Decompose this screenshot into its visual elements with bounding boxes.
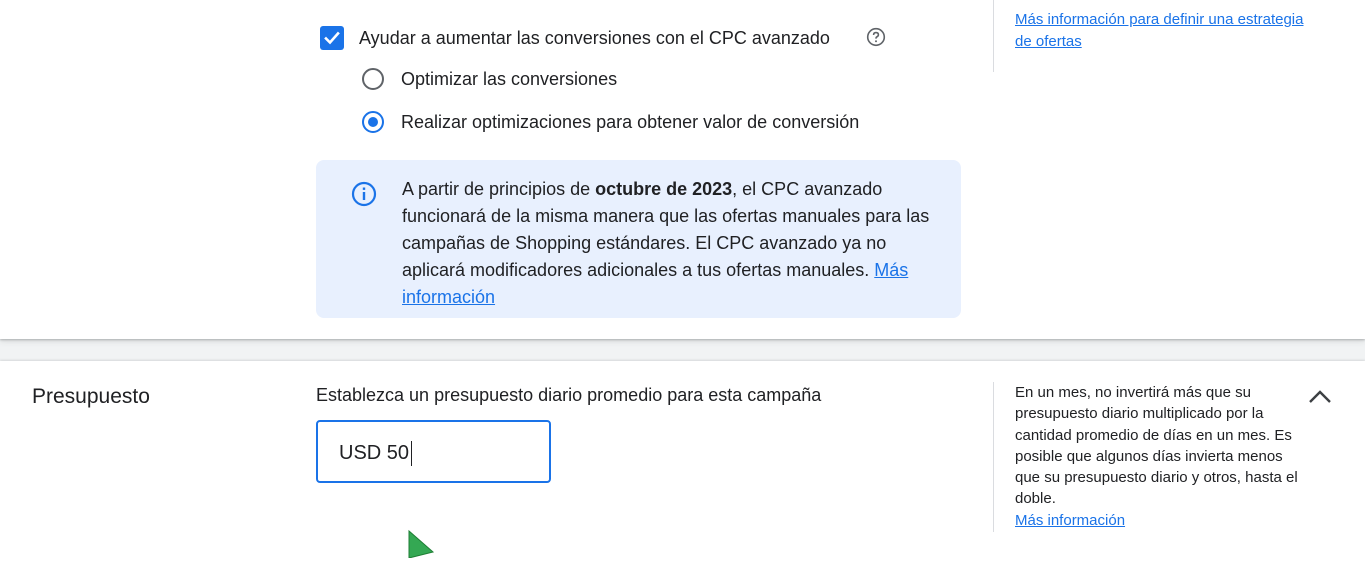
enhanced-cpc-notice: A partir de principios de octubre de 202… bbox=[316, 160, 961, 318]
text-caret bbox=[411, 441, 412, 466]
budget-help-body: En un mes, no invertirá más que su presu… bbox=[1015, 384, 1298, 508]
radio-optimize-conversion-value[interactable] bbox=[362, 111, 384, 133]
enhanced-cpc-label[interactable]: Ayudar a aumentar las conversiones con e… bbox=[359, 27, 830, 49]
bidding-card: Ayudar a aumentar las conversiones con e… bbox=[0, 0, 1365, 339]
budget-description: Establezca un presupuesto diario promedi… bbox=[316, 385, 822, 405]
budget-more-info-link[interactable]: Más información bbox=[1015, 512, 1125, 529]
chevron-up-icon[interactable] bbox=[1306, 386, 1334, 408]
help-circle-icon[interactable] bbox=[866, 27, 886, 47]
notice-text-prefix: A partir de principios de bbox=[402, 179, 596, 199]
info-icon bbox=[351, 181, 377, 207]
notice-text: A partir de principios de octubre de 202… bbox=[402, 176, 932, 311]
daily-budget-input[interactable]: USD 50 bbox=[316, 420, 551, 483]
enhanced-cpc-checkbox[interactable] bbox=[320, 26, 344, 50]
side-divider bbox=[993, 0, 994, 72]
bidding-strategy-info-link[interactable]: Más información para definir una estrate… bbox=[1015, 9, 1305, 53]
daily-budget-value[interactable]: USD 50 bbox=[339, 441, 409, 465]
budget-section-title: Presupuesto bbox=[32, 385, 150, 408]
radio-optimize-conversion-value-label[interactable]: Realizar optimizaciones para obtener val… bbox=[401, 111, 859, 133]
radio-optimize-conversions-label[interactable]: Optimizar las conversiones bbox=[401, 68, 617, 90]
notice-text-bold: octubre de 2023 bbox=[595, 179, 733, 199]
checkbox-checked-icon bbox=[324, 31, 340, 45]
radio-optimize-conversions[interactable] bbox=[362, 68, 384, 90]
budget-side-divider bbox=[993, 382, 994, 532]
mouse-cursor-icon bbox=[408, 529, 435, 558]
budget-help-text: En un mes, no invertirá más que su presu… bbox=[1015, 382, 1300, 531]
